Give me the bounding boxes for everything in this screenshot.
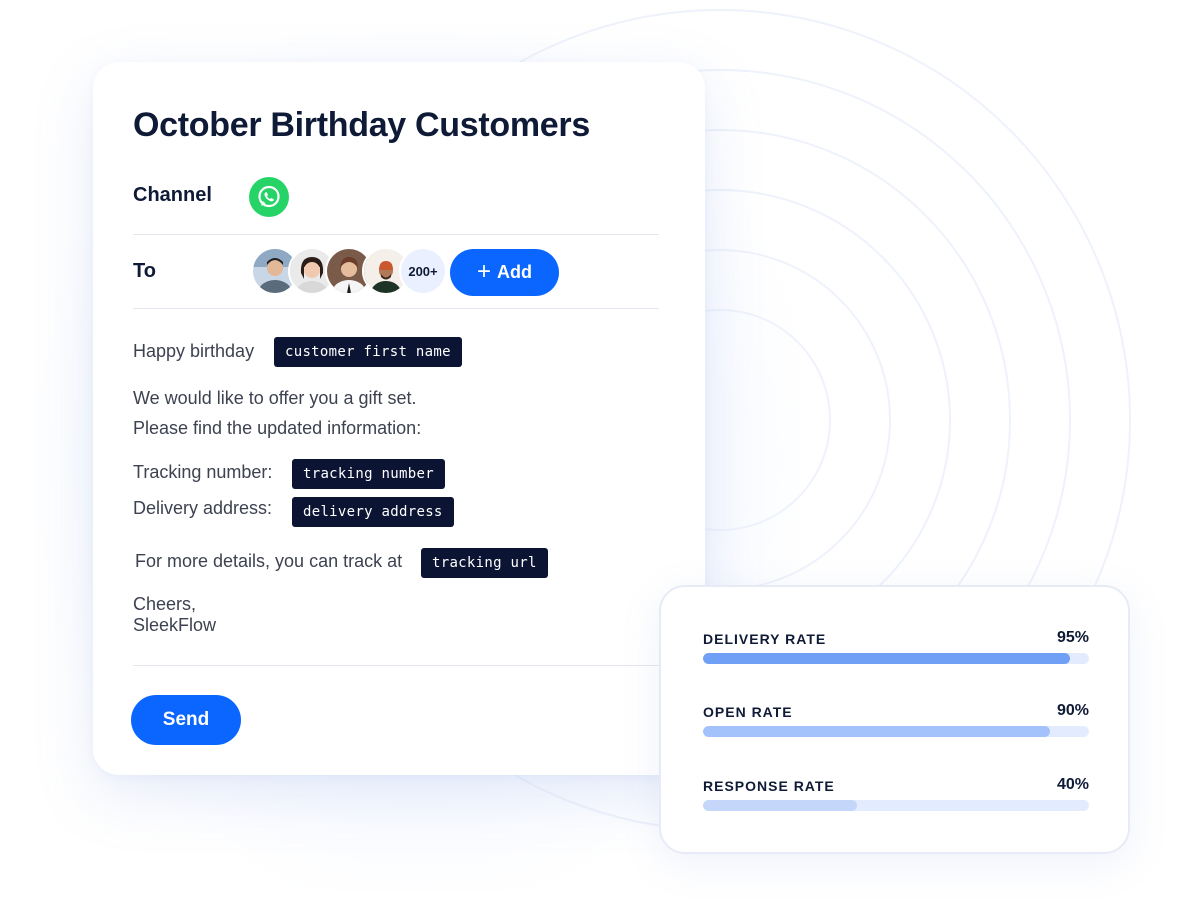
- campaign-composer-card: October Birthday Customers Channel To 20…: [93, 62, 705, 775]
- progress-fill: [703, 653, 1070, 664]
- stat-label: OPEN RATE: [703, 704, 793, 720]
- divider: [133, 308, 659, 309]
- whatsapp-icon[interactable]: [249, 177, 289, 217]
- details-text: For more details, you can track at: [135, 551, 403, 571]
- sender-name: SleekFlow: [133, 615, 217, 635]
- progress-track: [703, 653, 1089, 664]
- divider: [133, 234, 659, 235]
- stat-value: 90%: [1056, 702, 1089, 719]
- tracking-number-label: Tracking number:: [133, 462, 273, 482]
- variable-delivery-address[interactable]: delivery address: [292, 497, 454, 527]
- progress-fill: [703, 726, 1051, 737]
- divider: [133, 665, 659, 666]
- campaign-title: October Birthday Customers: [133, 106, 590, 144]
- signoff-text: Cheers,: [133, 594, 197, 614]
- to-label: To: [133, 260, 156, 282]
- recipient-count-badge: 200+: [399, 247, 447, 295]
- delivery-address-label: Delivery address:: [133, 498, 273, 518]
- plus-icon: +: [476, 257, 491, 285]
- send-button[interactable]: Send: [131, 695, 241, 745]
- add-button-label: Add: [497, 262, 532, 282]
- stat-label: RESPONSE RATE: [703, 778, 835, 794]
- variable-tracking-number[interactable]: tracking number: [292, 459, 445, 489]
- message-line-1: We would like to offer you a gift set.: [133, 388, 417, 408]
- progress-fill: [703, 800, 858, 811]
- channel-label: Channel: [133, 184, 212, 206]
- greeting-text: Happy birthday: [133, 341, 255, 361]
- stat-label: DELIVERY RATE: [703, 631, 827, 647]
- campaign-stats-card: DELIVERY RATE 95% OPEN RATE 90% RESPONSE…: [659, 585, 1130, 854]
- variable-customer-first-name[interactable]: customer first name: [274, 337, 462, 367]
- add-recipient-button[interactable]: + Add: [450, 249, 559, 296]
- stat-value: 95%: [1056, 629, 1089, 646]
- progress-track: [703, 800, 1089, 811]
- progress-track: [703, 726, 1089, 737]
- variable-tracking-url[interactable]: tracking url: [421, 548, 548, 578]
- message-line-2: Please find the updated information:: [133, 418, 422, 438]
- stage: October Birthday Customers Channel To 20…: [0, 0, 1200, 918]
- stat-value: 40%: [1056, 776, 1089, 793]
